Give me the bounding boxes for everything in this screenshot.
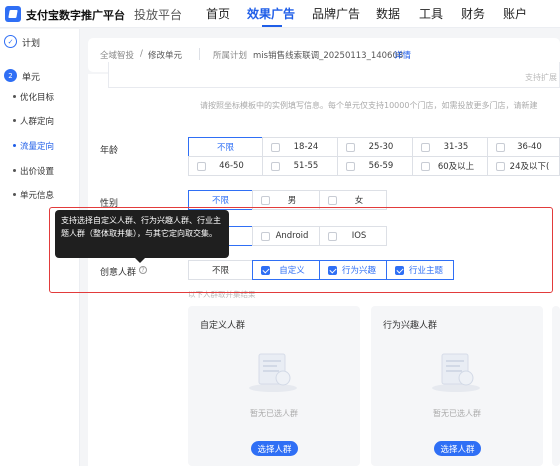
- platform-subtitle[interactable]: 投放平台: [134, 6, 182, 23]
- age-option-label: 56-59: [368, 161, 394, 171]
- nav-performance-ads[interactable]: 效果广告: [247, 5, 295, 22]
- age-option-18-24[interactable]: 18-24: [262, 137, 338, 157]
- checkbox[interactable]: [346, 143, 355, 152]
- sidebar-item-unit-info[interactable]: 单元信息: [12, 189, 54, 201]
- empty-state-text: 暂无已选人群: [250, 409, 298, 418]
- checkbox[interactable]: [197, 162, 206, 171]
- nav-active-indicator: [262, 25, 282, 27]
- age-option-51-55[interactable]: 51-55: [262, 156, 338, 176]
- behavior-crowd-panel: 行为兴趣人群 暂无已选人群 选择人群: [371, 306, 543, 466]
- age-option-24-below[interactable]: 24及以下(: [487, 156, 560, 176]
- age-label: 年龄: [100, 146, 119, 156]
- checkbox[interactable]: [261, 196, 270, 205]
- age-option-label: 36-40: [517, 142, 542, 152]
- checkbox[interactable]: [328, 196, 337, 205]
- age-option-56-59[interactable]: 56-59: [337, 156, 413, 176]
- alipay-logo-icon: [5, 6, 21, 22]
- sidebar-item-optimization-goal[interactable]: 优化目标: [12, 91, 54, 103]
- age-option-label: 不限: [216, 143, 234, 153]
- checkbox[interactable]: [421, 162, 430, 171]
- breadcrumb-current: 修改单元: [148, 51, 183, 61]
- sidebar-item-bid-settings[interactable]: 出价设置: [12, 165, 54, 177]
- age-option-25-30[interactable]: 25-30: [337, 137, 413, 157]
- age-option-label: 60及以上: [437, 162, 475, 172]
- nav-account[interactable]: 账户: [503, 5, 527, 22]
- gender-option-label: 女: [354, 196, 364, 206]
- nav-home[interactable]: 首页: [206, 5, 230, 22]
- breadcrumb-divider: [199, 48, 200, 60]
- age-option-60-plus[interactable]: 60及以上: [412, 156, 488, 176]
- age-option-label: 24及以下(: [509, 162, 550, 172]
- checkbox[interactable]: [346, 162, 355, 171]
- store-upload-box: 支持扩展: [108, 62, 560, 88]
- step-unit-label: 单元: [22, 73, 41, 83]
- sidebar-item-audience-targeting[interactable]: 人群定向: [12, 115, 54, 127]
- plan-name: mis销售线索联调_20250113_140608: [253, 51, 404, 61]
- nav-tools[interactable]: 工具: [419, 5, 443, 22]
- empty-state-icon: [249, 353, 297, 392]
- brand-title: 支付宝数字推广平台: [26, 9, 125, 22]
- breadcrumb-separator: /: [140, 49, 143, 59]
- age-option-label: 46-50: [219, 161, 244, 171]
- industry-crowd-panel-edge: [552, 306, 560, 466]
- breadcrumb-root[interactable]: 全域智投: [100, 49, 134, 61]
- empty-state-icon: [432, 353, 480, 392]
- age-option-label: 18-24: [293, 142, 319, 152]
- step-plan-label: 计划: [22, 39, 41, 49]
- select-crowd-button[interactable]: 选择人群: [251, 441, 298, 456]
- checkbox[interactable]: [496, 143, 505, 152]
- select-crowd-button[interactable]: 选择人群: [434, 441, 481, 456]
- plan-prefix-label: 所属计划: [213, 51, 248, 61]
- age-option-label: 25-30: [368, 142, 394, 152]
- check-icon: ✓: [4, 35, 17, 48]
- custom-crowd-panel: 自定义人群 暂无已选人群 选择人群: [188, 306, 360, 466]
- age-option-unlimited[interactable]: 不限: [188, 137, 263, 157]
- empty-state-text: 暂无已选人群: [433, 409, 481, 418]
- plan-detail-link[interactable]: 详情: [394, 49, 411, 61]
- nav-data[interactable]: 数据: [376, 5, 400, 22]
- crowd-tooltip: 支持选择自定义人群、行为兴趣人群、行业主题人群（整体取并集），与其它定向取交集。: [55, 210, 229, 263]
- step-plan[interactable]: ✓ 计划: [4, 35, 80, 49]
- top-right-hint: 支持扩展: [525, 73, 557, 82]
- checkbox[interactable]: [271, 162, 280, 171]
- step-number-badge: 2: [4, 69, 17, 82]
- nav-finance[interactable]: 财务: [461, 5, 485, 22]
- panel-title: 自定义人群: [200, 321, 246, 331]
- checkbox[interactable]: [271, 143, 280, 152]
- nav-brand-ads[interactable]: 品牌广告: [312, 5, 360, 22]
- checkbox[interactable]: [496, 162, 505, 171]
- gender-option-label: 不限: [211, 196, 229, 206]
- age-option-label: 31-35: [443, 142, 469, 152]
- gender-option-label: 男: [287, 196, 297, 206]
- checkbox[interactable]: [421, 143, 430, 152]
- top-nav-bar: 支付宝数字推广平台 投放平台 首页 效果广告 品牌广告 数据 工具 财务 账户: [0, 0, 560, 28]
- age-option-36-40[interactable]: 36-40: [487, 137, 560, 157]
- age-option-label: 51-55: [293, 161, 319, 171]
- panel-title: 行为兴趣人群: [383, 321, 438, 331]
- step-unit[interactable]: 2 单元: [4, 69, 80, 83]
- store-hint-text: 请按照坐标模板中的实例填写信息。每个单元仅支持10000个门店，如需投放更多门店…: [200, 101, 538, 110]
- age-option-46-50[interactable]: 46-50: [188, 156, 263, 176]
- sidebar-item-traffic-targeting[interactable]: 流量定向: [12, 140, 54, 152]
- age-option-31-35[interactable]: 31-35: [412, 137, 488, 157]
